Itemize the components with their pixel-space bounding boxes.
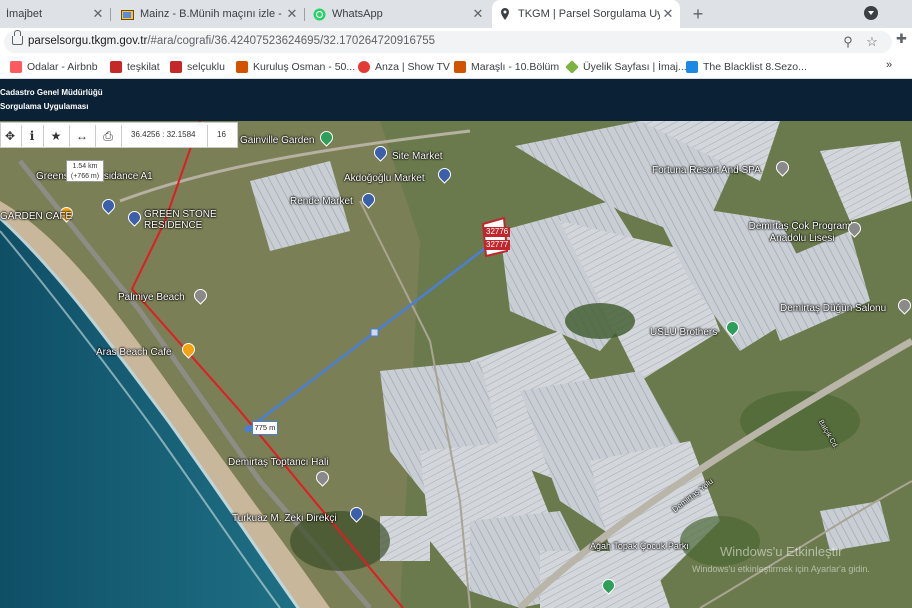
scale-primary: 1.54 km	[72, 163, 98, 170]
place-label: Ağah Topak Çocuk Parkı	[590, 541, 689, 551]
satellite-map	[0, 121, 912, 608]
place-label: Turkuaz M. Zeki Direkçi	[232, 513, 337, 524]
whatsapp-icon	[312, 7, 326, 21]
measure-distance-label: 775 m	[252, 421, 278, 435]
activation-watermark-sub: Windows'u etkinleştirmek için Ayarlar'a …	[692, 564, 870, 574]
tab-mainz[interactable]: Mainz - B.Münih maçını izle - İmajbet ✕	[114, 0, 304, 28]
parcel-label[interactable]: 32776	[484, 227, 511, 237]
place-label: Aras Beach Cafe	[96, 347, 172, 358]
url-host: parselsorgu.tkgm.gov.tr	[28, 35, 148, 47]
showtv-icon	[358, 61, 370, 73]
measure-start-handle[interactable]	[244, 425, 252, 433]
address-toolbar: parselsorgu.tkgm.gov.tr/#ara/cografi/36.…	[0, 28, 912, 56]
star-icon[interactable]: ★	[47, 127, 65, 145]
tv-icon	[236, 61, 248, 73]
bookmark-item[interactable]: Odalar - Airbnb	[10, 59, 98, 75]
place-label: USLU Brothers	[650, 327, 718, 338]
address-bar[interactable]: parselsorgu.tkgm.gov.tr/#ara/cografi/36.…	[4, 30, 892, 53]
more-bookmarks-button[interactable]: »	[886, 59, 892, 71]
tab-label: Mainz - B.Münih maçını izle - İmajbet	[140, 8, 284, 20]
coordinate-readout: 36.4256 : 32.1584	[131, 130, 196, 139]
new-tab-button[interactable]: +	[688, 4, 708, 24]
parcel-label[interactable]: 32777	[484, 240, 511, 250]
bookmark-item[interactable]: selçuklu	[170, 59, 225, 75]
tab-label: İmajbet	[6, 8, 43, 20]
close-icon[interactable]: ✕	[90, 6, 106, 22]
url-path: /#ara/cografi/36.42407523624695/32.17026…	[147, 35, 436, 47]
bookmark-item[interactable]: Üyelik Sayfası | İmaj...	[565, 59, 687, 75]
place-label: Palmiye Beach	[118, 292, 185, 303]
print-icon[interactable]: ⎙	[99, 127, 117, 145]
toolbar-divider	[95, 125, 96, 147]
bookmark-label: Odalar - Airbnb	[27, 61, 98, 73]
bookmark-item[interactable]: Anza | Show TV	[358, 59, 450, 75]
measure-mid-handle[interactable]	[370, 328, 379, 337]
close-icon[interactable]: ✕	[284, 6, 300, 22]
tab-label: TKGM | Parsel Sorgulama Uygulaması	[518, 8, 660, 20]
place-label: GARDEN CAFE	[0, 211, 73, 222]
place-label: Gainville Garden	[240, 135, 315, 146]
location-pin-icon	[498, 7, 512, 21]
move-icon[interactable]: ✥	[1, 127, 19, 145]
tab-whatsapp[interactable]: WhatsApp ✕	[306, 0, 490, 28]
map-toolbar: ✥ i ★ ↔ ⎙ 36.4256 : 32.1584 16	[0, 122, 238, 148]
zoom-level: 16	[217, 130, 226, 139]
bookmark-label: selçuklu	[187, 61, 225, 73]
bookmark-label: Maraşlı - 10.Bölüm	[471, 61, 560, 73]
location-icon[interactable]: ⚲	[840, 34, 856, 50]
bookmark-item[interactable]: teşkilat	[110, 59, 160, 75]
place-label: Demirtaş Toptancı Hali	[228, 457, 329, 468]
activation-watermark: Windows'u Etkinleştir	[720, 544, 843, 559]
tkt-icon	[110, 61, 122, 73]
tab-divider	[110, 8, 111, 21]
place-label: Rende Market	[290, 196, 353, 207]
app-header: Cadastro Genel Müdürlüğü Sorgulama Uygul…	[0, 79, 912, 121]
tab-strip: İmajbet ✕ Mainz - B.Münih maçını izle - …	[0, 0, 912, 28]
close-icon[interactable]: ✕	[660, 6, 676, 22]
bookmark-label: Anza | Show TV	[375, 61, 450, 73]
place-label: Site Market	[392, 151, 443, 162]
app-subtitle: Sorgulama Uygulaması	[0, 102, 89, 111]
measure-icon[interactable]: ↔	[73, 127, 91, 145]
toolbar-divider	[207, 125, 208, 147]
toolbar-divider	[121, 125, 122, 147]
url-text[interactable]: parselsorgu.tkgm.gov.tr/#ara/cografi/36.…	[28, 35, 435, 47]
airbnb-icon	[10, 61, 22, 73]
app-title: Cadastro Genel Müdürlüğü	[0, 88, 103, 97]
bookmark-label: Kuruluş Osman - 50...	[253, 61, 356, 73]
tab-tkgm[interactable]: TKGM | Parsel Sorgulama Uygulaması ✕	[492, 0, 680, 28]
tv-icon	[120, 7, 134, 21]
lock-icon	[12, 30, 23, 45]
toolbar-divider	[43, 125, 44, 147]
place-label: Fortuna Resort And SPA	[652, 165, 761, 176]
close-icon[interactable]: ✕	[470, 6, 486, 22]
tab-search-icon[interactable]	[864, 6, 878, 20]
bookmark-label: teşkilat	[127, 61, 160, 73]
bookmark-item[interactable]: Maraşlı - 10.Bölüm	[454, 59, 559, 75]
bookmark-item[interactable]: The Blacklist 8.Sezo...	[686, 59, 807, 75]
place-label: GREEN STONE RESIDENCE	[144, 209, 217, 231]
blacklist-icon	[686, 61, 698, 73]
tkt-icon	[170, 61, 182, 73]
place-label: Demirtaş Çok Programlı Anadolu Lisesi	[748, 221, 856, 244]
tv-icon	[454, 61, 466, 73]
scale-secondary: (+766 m)	[70, 173, 100, 180]
bookmark-label: Üyelik Sayfası | İmaj...	[583, 61, 687, 73]
place-label: Akdoğoğlu Market	[344, 173, 425, 184]
bookmark-item[interactable]: Kuruluş Osman - 50...	[236, 59, 355, 75]
toolbar-divider	[69, 125, 70, 147]
tab-imajbet[interactable]: İmajbet ✕	[0, 0, 110, 28]
place-label: Demirtaş Düğün Salonu	[780, 303, 887, 314]
tab-divider	[304, 8, 305, 21]
star-icon[interactable]: ☆	[864, 34, 880, 50]
tab-label: WhatsApp	[332, 8, 383, 20]
info-icon[interactable]: i	[23, 127, 41, 145]
scale-box: 1.54 km (+766 m)	[66, 160, 104, 182]
bookmarks-bar: Odalar - Airbnb teşkilat selçuklu Kurulu…	[0, 56, 912, 79]
toolbar-divider	[21, 125, 22, 147]
diamond-icon	[565, 60, 579, 74]
map-view[interactable]: Greenstone Residance A1 GREEN STONE RESI…	[0, 121, 912, 608]
extensions-icon[interactable]: ✚	[896, 31, 910, 47]
bookmark-label: The Blacklist 8.Sezo...	[703, 61, 807, 73]
